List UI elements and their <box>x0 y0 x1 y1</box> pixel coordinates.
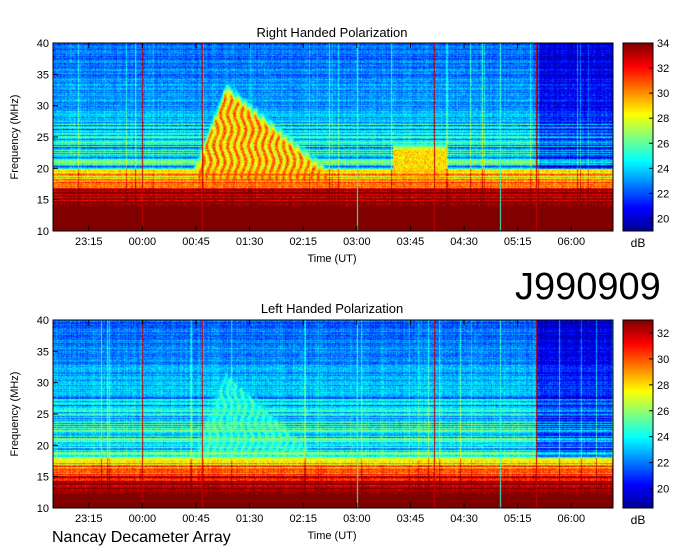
top-panel: Right Handed Polarization 23:15 00:00 00:4… <box>9 25 669 265</box>
observation-date-code: J990909 <box>515 266 661 308</box>
y-tick-label: 35 <box>37 346 49 358</box>
y-tick-label: 15 <box>37 195 49 207</box>
y-tick-label: 10 <box>37 503 49 515</box>
colorbar-tick-label: 20 <box>657 213 669 225</box>
y-tick-label: 40 <box>37 38 49 50</box>
y-tick-label: 35 <box>37 69 49 81</box>
x-tick-label: 04:30 <box>450 236 478 248</box>
y-tick-label: 10 <box>37 226 49 238</box>
x-tick-label: 06:00 <box>558 236 586 248</box>
bottom-chart-title: Left Handed Polarization <box>261 301 403 316</box>
x-tick-label: 03:00 <box>343 513 371 525</box>
x-tick-label: 01:30 <box>236 513 264 525</box>
top-heatmap <box>53 43 613 231</box>
colorbar-tick-label: 22 <box>657 188 669 200</box>
top-colorbar-unit: dB <box>631 236 646 250</box>
colorbar-tick-label: 32 <box>657 328 669 340</box>
y-tick-label: 20 <box>37 163 49 175</box>
colorbar-tick-label: 30 <box>657 88 669 100</box>
top-x-axis-label: Time (UT) <box>307 253 356 265</box>
y-tick-label: 15 <box>37 472 49 484</box>
x-tick-label: 05:15 <box>504 513 532 525</box>
x-tick-label: 05:15 <box>504 236 532 248</box>
y-tick-label: 40 <box>37 315 49 327</box>
colorbar-tick-label: 34 <box>657 38 669 50</box>
x-tick-label: 02:15 <box>289 236 317 248</box>
y-tick-label: 30 <box>37 378 49 390</box>
y-tick-label: 25 <box>37 132 49 144</box>
colorbar-tick-label: 24 <box>657 163 669 175</box>
x-tick-label: 03:45 <box>397 236 425 248</box>
bottom-heatmap <box>53 320 613 508</box>
top-y-axis-label: Frequency (MHz) <box>9 95 21 180</box>
y-tick-label: 20 <box>37 440 49 452</box>
x-tick-label: 00:45 <box>182 236 210 248</box>
bottom-heatmap-area <box>53 320 613 508</box>
x-tick-label: 00:45 <box>182 513 210 525</box>
colorbar-tick-label: 26 <box>657 138 669 150</box>
top-colorbar-area <box>623 43 653 231</box>
colorbar-tick-label: 26 <box>657 406 669 418</box>
bottom-colorbar <box>623 320 653 508</box>
top-colorbar <box>623 43 653 231</box>
y-tick-label: 30 <box>37 101 49 113</box>
bottom-x-axis-label: Time (UT) <box>307 530 356 542</box>
colorbar-tick-label: 32 <box>657 63 669 75</box>
bottom-y-axis-label: Frequency (MHz) <box>9 372 21 457</box>
colorbar-tick-label: 24 <box>657 432 669 444</box>
x-tick-label: 03:45 <box>397 513 425 525</box>
bottom-colorbar-area <box>623 320 653 508</box>
colorbar-tick-label: 20 <box>657 484 669 496</box>
x-tick-label: 00:00 <box>129 513 157 525</box>
x-tick-label: 23:15 <box>75 236 103 248</box>
x-tick-label: 06:00 <box>558 513 586 525</box>
x-tick-label: 23:15 <box>75 513 103 525</box>
top-chart-title: Right Handed Polarization <box>256 25 407 40</box>
instrument-name: Nancay Decameter Array <box>52 529 231 546</box>
colorbar-tick-label: 22 <box>657 458 669 470</box>
x-tick-label: 02:15 <box>289 513 317 525</box>
x-tick-label: 04:30 <box>450 513 478 525</box>
colorbar-tick-label: 30 <box>657 354 669 366</box>
bottom-colorbar-unit: dB <box>631 513 646 527</box>
colorbar-tick-label: 28 <box>657 380 669 392</box>
x-tick-label: 01:30 <box>236 236 264 248</box>
x-tick-label: 03:00 <box>343 236 371 248</box>
colorbar-tick-label: 28 <box>657 113 669 125</box>
y-tick-label: 25 <box>37 409 49 421</box>
top-heatmap-area <box>53 43 613 231</box>
x-tick-label: 00:00 <box>129 236 157 248</box>
bottom-panel: Left Handed Polarization 23:15 00:00 00:45… <box>9 301 669 542</box>
